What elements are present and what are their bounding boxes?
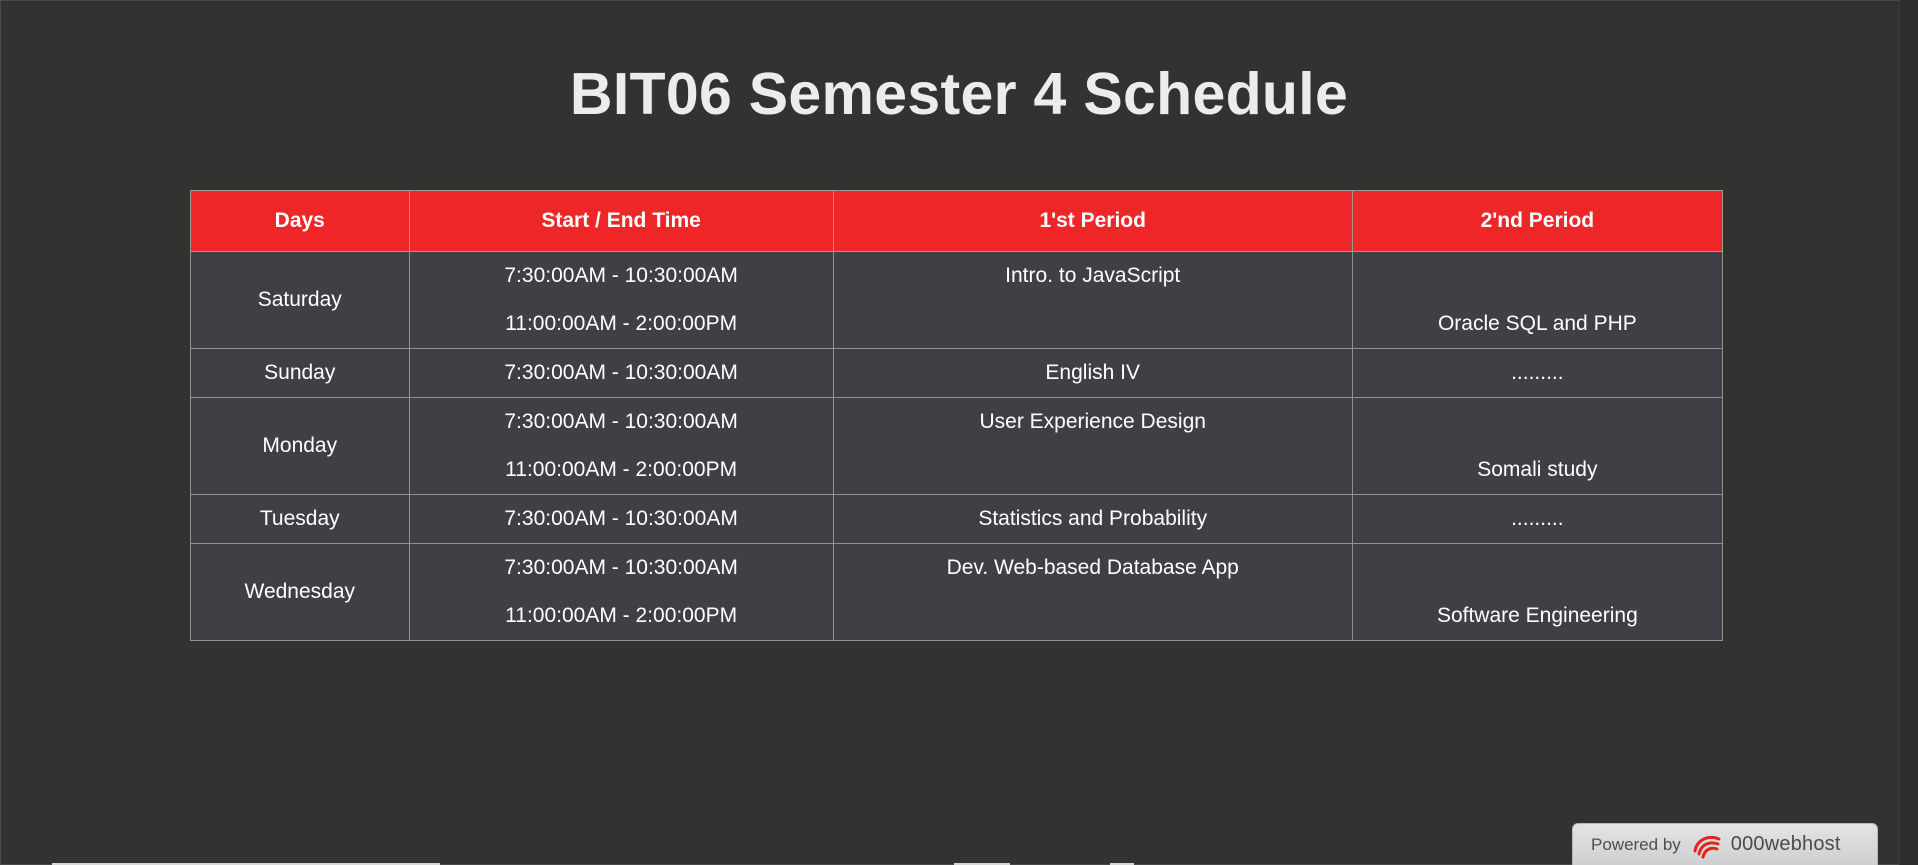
powered-by-label: Powered by	[1591, 834, 1681, 854]
empty-placeholder: .........	[1511, 507, 1564, 530]
day-label: Monday	[262, 434, 338, 457]
first-period-cell: Dev. Web-based Database App -	[832, 543, 1353, 641]
day-cell: Sunday	[190, 348, 410, 398]
first-period-cell: User Experience Design -	[832, 397, 1353, 495]
time-slot: 7:30:00AM - 10:30:00AM	[504, 361, 738, 384]
time-slot: 11:00:00AM - 2:00:00PM	[505, 604, 738, 627]
course-name: User Experience Design	[979, 410, 1206, 433]
time-cell: 7:30:00AM - 10:30:00AM	[408, 348, 834, 398]
time-slot: 7:30:00AM - 10:30:00AM	[504, 410, 738, 433]
day-cell: Monday	[190, 397, 410, 495]
table-row: Sunday 7:30:00AM - 10:30:00AM English IV…	[190, 348, 1724, 398]
course-name: Software Engineering	[1436, 604, 1638, 627]
day-cell: Wednesday	[190, 543, 410, 641]
second-period-cell: - Somali study	[1351, 397, 1724, 495]
course-name: Dev. Web-based Database App	[946, 556, 1239, 579]
page-title: BIT06 Semester 4 Schedule	[569, 61, 1349, 127]
table-row: Wednesday 7:30:00AM - 10:30:00AM 11:00:0…	[190, 543, 1724, 641]
time-cell: 7:30:00AM - 10:30:00AM 11:00:00AM - 2:00…	[408, 251, 834, 349]
powered-by-badge[interactable]: Powered by 000webhost	[1572, 823, 1878, 865]
second-period-cell: - Oracle SQL and PHP	[1351, 251, 1724, 349]
header-days: Days	[190, 190, 410, 252]
day-cell: Tuesday	[190, 494, 410, 544]
second-period-cell: .........	[1351, 348, 1724, 398]
day-cell: Saturday	[190, 251, 410, 349]
table-row: Tuesday 7:30:00AM - 10:30:00AM Statistic…	[190, 494, 1724, 544]
time-cell: 7:30:00AM - 10:30:00AM 11:00:00AM - 2:00…	[408, 543, 834, 641]
time-slot: 7:30:00AM - 10:30:00AM	[504, 507, 738, 530]
header-time: Start / End Time	[408, 190, 834, 252]
schedule-table: Days Start / End Time 1'st Period 2'nd P…	[190, 190, 1724, 641]
header-second-period: 2'nd Period	[1351, 190, 1724, 252]
time-slot: 7:30:00AM - 10:30:00AM	[504, 556, 738, 579]
header-first-period: 1'st Period	[832, 190, 1353, 252]
day-label: Saturday	[257, 288, 342, 311]
000webhost-logo-icon	[1691, 831, 1725, 859]
course-name: Statistics and Probability	[978, 507, 1208, 530]
time-slot: 11:00:00AM - 2:00:00PM	[505, 312, 738, 335]
second-period-cell: .........	[1351, 494, 1724, 544]
first-period-cell: Statistics and Probability	[832, 494, 1353, 544]
course-name: Intro. to JavaScript	[1005, 264, 1181, 287]
empty-placeholder: .........	[1511, 361, 1564, 384]
first-period-cell: Intro. to JavaScript -	[832, 251, 1353, 349]
table-header-row: Days Start / End Time 1'st Period 2'nd P…	[190, 190, 1724, 252]
first-period-cell: English IV	[832, 348, 1353, 398]
table-row: Saturday 7:30:00AM - 10:30:00AM 11:00:00…	[190, 251, 1724, 349]
window-right-edge	[1899, 0, 1918, 865]
host-name: 000webhost	[1730, 833, 1841, 855]
day-label: Wednesday	[244, 580, 356, 603]
day-label: Tuesday	[259, 507, 340, 530]
table-row: Monday 7:30:00AM - 10:30:00AM 11:00:00AM…	[190, 397, 1724, 495]
time-slot: 7:30:00AM - 10:30:00AM	[504, 264, 738, 287]
time-cell: 7:30:00AM - 10:30:00AM	[408, 494, 834, 544]
time-slot: 11:00:00AM - 2:00:00PM	[505, 458, 738, 481]
course-name: English IV	[1045, 361, 1140, 384]
course-name: Somali study	[1477, 458, 1598, 481]
second-period-cell: - Software Engineering	[1351, 543, 1724, 641]
day-label: Sunday	[264, 361, 336, 384]
course-name: Oracle SQL and PHP	[1437, 312, 1637, 335]
time-cell: 7:30:00AM - 10:30:00AM 11:00:00AM - 2:00…	[408, 397, 834, 495]
